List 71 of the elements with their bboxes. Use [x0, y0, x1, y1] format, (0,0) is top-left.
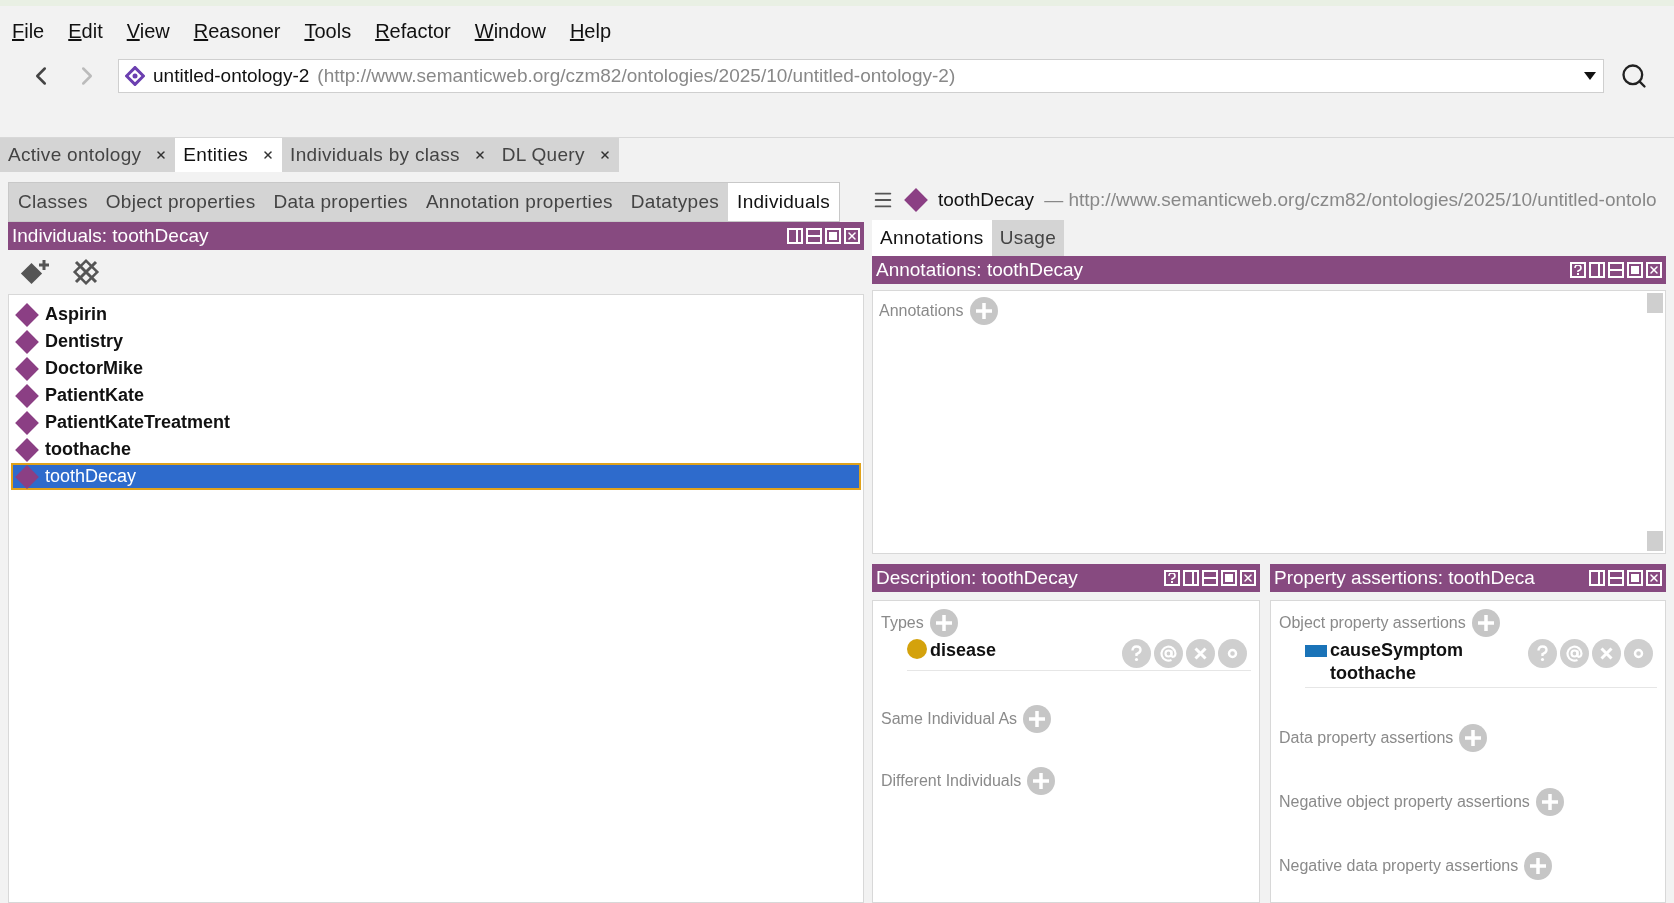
- workspace-tab[interactable]: Entities: [175, 138, 283, 172]
- view-title: Property assertions: toothDeca: [1274, 565, 1535, 590]
- close-icon[interactable]: [1240, 570, 1256, 586]
- section-label: Annotations: [879, 301, 964, 321]
- individual-item[interactable]: toothache: [11, 436, 861, 463]
- delete-individual-icon[interactable]: [72, 258, 100, 286]
- individual-item[interactable]: Aspirin: [11, 301, 861, 328]
- menu-item[interactable]: Edit: [68, 16, 103, 46]
- menu-item[interactable]: View: [126, 16, 170, 46]
- menu-item[interactable]: File: [12, 16, 45, 46]
- help-icon[interactable]: [1164, 570, 1180, 586]
- individual-item[interactable]: toothDecay: [11, 463, 861, 490]
- ontology-iri: (http://www.semanticweb.org/czm82/ontologies/2025/10/untitled-ontology-2): [317, 63, 957, 88]
- split-vertical-icon[interactable]: [1589, 570, 1605, 586]
- close-icon[interactable]: [844, 228, 860, 244]
- object-property-icon: [1305, 645, 1327, 657]
- individual-item[interactable]: PatientKate: [11, 382, 861, 409]
- tab[interactable]: Individuals: [728, 183, 840, 221]
- split-vertical-icon[interactable]: [1183, 570, 1199, 586]
- entity-name: toothDecay: [938, 187, 1035, 212]
- individual-item[interactable]: PatientKateTreatment: [11, 409, 861, 436]
- tab[interactable]: Usage: [991, 220, 1065, 256]
- maximize-icon[interactable]: [1627, 570, 1643, 586]
- section-label: Same Individual As: [881, 709, 1018, 729]
- close-tab-icon[interactable]: [598, 149, 611, 161]
- menu-item[interactable]: Help: [569, 16, 612, 46]
- search-icon[interactable]: [1620, 62, 1648, 90]
- entry-value[interactable]: toothache: [1330, 662, 1464, 685]
- menu-item[interactable]: Window: [474, 16, 546, 46]
- entry-name[interactable]: disease: [930, 639, 997, 662]
- section-label: Data property assertions: [1279, 728, 1454, 748]
- view-title: Annotations: toothDecay: [876, 257, 1084, 282]
- view-title: Individuals: toothDecay: [12, 223, 209, 248]
- workspace-tab[interactable]: DL Query: [493, 138, 619, 172]
- split-horizontal-icon[interactable]: [1608, 570, 1624, 586]
- close-icon[interactable]: [1646, 262, 1662, 278]
- diamond-icon: [15, 464, 39, 489]
- close-icon[interactable]: [1646, 570, 1662, 586]
- individual-item[interactable]: DoctorMike: [11, 355, 861, 382]
- individual-item[interactable]: Dentistry: [11, 328, 861, 355]
- section-label: Negative object property assertions: [1279, 792, 1530, 812]
- split-horizontal-icon[interactable]: [1202, 570, 1218, 586]
- split-horizontal-icon[interactable]: [1608, 262, 1624, 278]
- entry-name[interactable]: causeSymptom: [1330, 639, 1464, 662]
- split-horizontal-icon[interactable]: [806, 228, 822, 244]
- maximize-icon[interactable]: [825, 228, 841, 244]
- workspace-tab[interactable]: Individuals by class: [282, 138, 494, 172]
- ontology-address-field[interactable]: untitled-ontology-2 (http://www.semanticweb.org/czm82/ontologies/2025/10/untitled-ontology-2): [118, 59, 1604, 93]
- workspace-tab[interactable]: Active ontology: [0, 138, 176, 172]
- section-label: Different Individuals: [881, 771, 1022, 791]
- section-label: Types: [881, 613, 924, 633]
- tab[interactable]: Annotations: [872, 220, 992, 256]
- help-icon[interactable]: [1570, 262, 1586, 278]
- dropdown-caret-icon[interactable]: [1583, 71, 1597, 81]
- menu-item[interactable]: Refactor: [375, 16, 451, 46]
- section-label: Object property assertions: [1279, 613, 1466, 633]
- maximize-icon[interactable]: [1221, 570, 1237, 586]
- maximize-icon[interactable]: [1627, 262, 1643, 278]
- menu-item[interactable]: Reasoner: [193, 16, 281, 46]
- close-tab-icon[interactable]: [262, 149, 275, 161]
- ontology-name: untitled-ontology-2: [153, 63, 310, 88]
- close-tab-icon[interactable]: [155, 149, 168, 161]
- entity-iri: — http://www.semanticweb.org/czm82/ontologies/2025/10/untitled-ontolo: [1044, 187, 1657, 212]
- view-title: Description: toothDecay: [876, 565, 1078, 590]
- menu-item[interactable]: Tools: [304, 16, 352, 46]
- ontology-icon: [125, 66, 145, 86]
- split-vertical-icon[interactable]: [787, 228, 803, 244]
- close-tab-icon[interactable]: [473, 149, 486, 161]
- split-vertical-icon[interactable]: [1589, 262, 1605, 278]
- class-icon: [907, 639, 927, 659]
- section-label: Negative data property assertions: [1279, 856, 1519, 876]
